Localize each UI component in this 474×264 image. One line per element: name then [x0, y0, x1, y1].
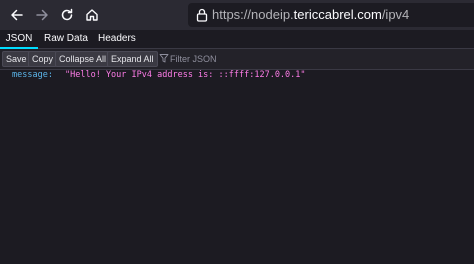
- collapse-all-button[interactable]: Collapse All: [55, 51, 111, 67]
- reload-icon: [61, 8, 73, 21]
- home-icon: [86, 9, 98, 21]
- url-domain: tericcabrel.com: [293, 7, 382, 22]
- url-prefix: https://nodeip.: [212, 7, 294, 22]
- filter-json-input[interactable]: [170, 51, 460, 67]
- home-button[interactable]: [81, 4, 103, 26]
- expand-all-button[interactable]: Expand All: [107, 51, 158, 67]
- address-bar[interactable]: https://nodeip.tericcabrel.com/ipv4: [188, 3, 474, 27]
- copy-button[interactable]: Copy: [28, 51, 58, 67]
- lock-icon[interactable]: [194, 7, 210, 23]
- url-path: /ipv4: [381, 7, 410, 22]
- tab-headers-label: Headers: [98, 33, 136, 44]
- tab-json-label: JSON: [5, 33, 33, 44]
- tab-headers[interactable]: Headers: [98, 30, 136, 48]
- tab-raw-data-label: Raw Data: [44, 33, 88, 44]
- tab-raw-data[interactable]: Raw Data: [44, 30, 88, 48]
- filter-icon: [159, 54, 169, 63]
- json-key: message:: [12, 70, 53, 80]
- browser-nav-bar: https://nodeip.tericcabrel.com/ipv4: [0, 0, 474, 30]
- reload-button[interactable]: [56, 4, 78, 26]
- json-string-value: "Hello! Your IPv4 address is: ::ffff:127…: [65, 70, 306, 80]
- back-button[interactable]: [6, 4, 28, 26]
- json-toolbar: Save Copy Collapse All Expand All: [0, 49, 474, 70]
- save-button[interactable]: Save: [2, 51, 31, 67]
- forward-arrow-icon: [36, 9, 48, 21]
- tab-json[interactable]: JSON: [0, 30, 38, 49]
- json-viewer-tabs: JSON Raw Data Headers: [0, 30, 474, 49]
- json-row[interactable]: message: "Hello! Your IPv4 address is: :…: [0, 68, 474, 82]
- forward-button[interactable]: [31, 4, 53, 26]
- url-text[interactable]: https://nodeip.tericcabrel.com/ipv4: [212, 7, 409, 23]
- back-arrow-icon: [11, 9, 23, 21]
